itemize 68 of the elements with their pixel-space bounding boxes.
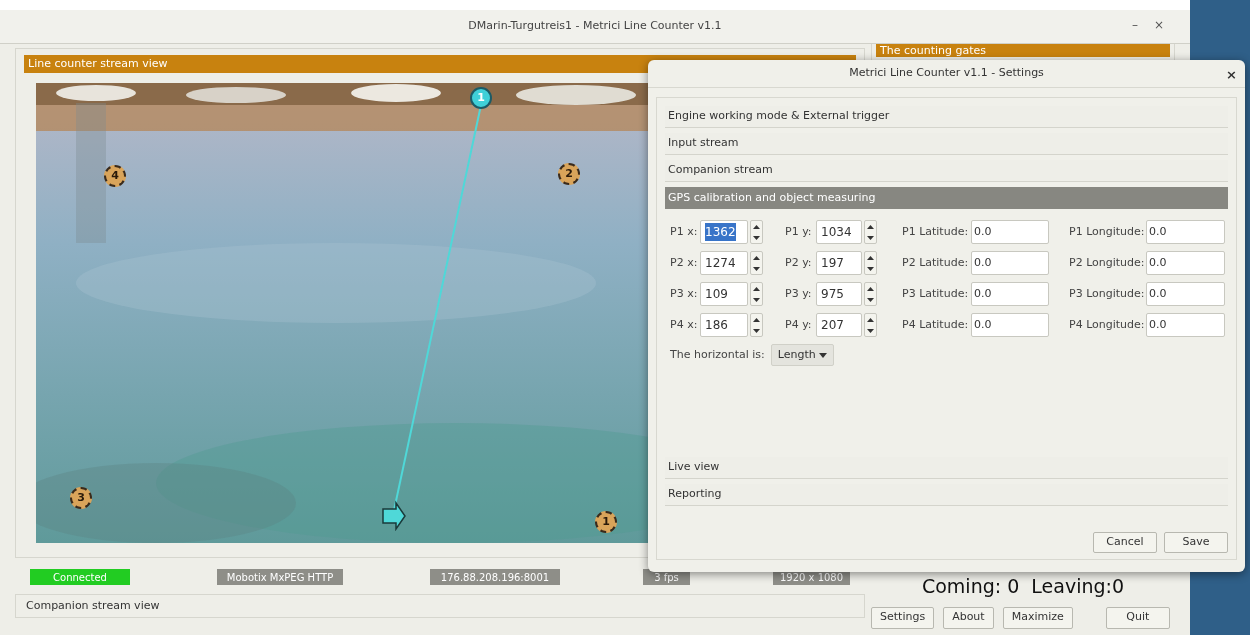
field-value: 1362 xyxy=(705,223,736,241)
spin-buttons[interactable] xyxy=(750,251,763,275)
minimize-button[interactable]: – xyxy=(1128,16,1142,34)
dropdown[interactable]: Length xyxy=(770,344,834,366)
field-label: P2 x: xyxy=(670,254,699,271)
longitude-field[interactable]: 0.0 xyxy=(1146,282,1225,306)
field-label: P1 y: xyxy=(785,223,813,240)
latitude-field[interactable]: 0.0 xyxy=(971,220,1049,244)
y-spinbox[interactable]: 207 xyxy=(816,313,862,337)
spin-buttons[interactable] xyxy=(750,220,763,244)
field-value: 207 xyxy=(821,317,844,334)
field-label: P2 Latitude: xyxy=(902,254,970,271)
field-value: 109 xyxy=(705,286,728,303)
x-spinbox[interactable]: 1362 xyxy=(700,220,748,244)
status-badge: Mobotix MxPEG HTTP xyxy=(217,569,343,585)
close-button[interactable]: × xyxy=(1149,16,1168,34)
latitude-field[interactable]: 0.0 xyxy=(971,282,1049,306)
field-label: P3 Latitude: xyxy=(902,285,970,302)
status-badge: Connected xyxy=(30,569,130,585)
spin-buttons[interactable] xyxy=(864,220,877,244)
dialog-button[interactable]: Save xyxy=(1164,532,1228,553)
field-value: 1034 xyxy=(821,224,852,241)
caret-icon xyxy=(818,352,827,358)
panel-header: The counting gates xyxy=(876,44,1170,57)
toolbar-button[interactable]: Settings xyxy=(871,606,935,629)
spin-buttons[interactable] xyxy=(864,282,877,306)
toolbar-button[interactable]: Quit xyxy=(1105,606,1170,629)
field-label: P4 Latitude: xyxy=(902,316,970,333)
toolbar-button[interactable]: About xyxy=(943,606,994,629)
counter-text: Coming: 0 Leaving:0 xyxy=(921,574,1125,599)
spin-buttons[interactable] xyxy=(750,313,763,337)
field-label: P2 y: xyxy=(785,254,813,271)
spin-buttons[interactable] xyxy=(750,282,763,306)
field-label: P1 Longitude: xyxy=(1069,223,1146,240)
status-badge: 176.88.208.196:8001 xyxy=(430,569,560,585)
field-label: P3 y: xyxy=(785,285,813,302)
toolbar-button[interactable]: Maximize xyxy=(1002,606,1073,629)
field-label: P1 Latitude: xyxy=(902,223,970,240)
field-label: P4 x: xyxy=(670,316,699,333)
field-label: P3 Longitude: xyxy=(1069,285,1146,302)
spin-buttons[interactable] xyxy=(864,313,877,337)
longitude-field[interactable]: 0.0 xyxy=(1146,251,1225,275)
field-label: P2 Longitude: xyxy=(1069,254,1146,271)
field-label: The horizontal is: xyxy=(670,346,765,363)
close-button[interactable]: × xyxy=(1226,65,1237,85)
latitude-field[interactable]: 0.0 xyxy=(971,313,1049,337)
field-value: 197 xyxy=(821,255,844,272)
y-spinbox[interactable]: 1034 xyxy=(816,220,862,244)
x-spinbox[interactable]: 186 xyxy=(700,313,748,337)
field-value: 975 xyxy=(821,286,844,303)
latitude-field[interactable]: 0.0 xyxy=(971,251,1049,275)
field-label: P1 x: xyxy=(670,223,699,240)
longitude-field[interactable]: 0.0 xyxy=(1146,313,1225,337)
longitude-field[interactable]: 0.0 xyxy=(1146,220,1225,244)
y-spinbox[interactable]: 197 xyxy=(816,251,862,275)
field-label: P4 Longitude: xyxy=(1069,316,1146,333)
x-spinbox[interactable]: 1274 xyxy=(700,251,748,275)
x-spinbox[interactable]: 109 xyxy=(700,282,748,306)
dialog-button[interactable]: Cancel xyxy=(1093,532,1157,553)
field-label: P4 y: xyxy=(785,316,813,333)
field-label: P3 x: xyxy=(670,285,699,302)
field-value: 1274 xyxy=(705,255,736,272)
window-title: DMarin-Turgutreis1 - Metrici Line Counter v1.1 xyxy=(468,18,722,35)
spin-buttons[interactable] xyxy=(864,251,877,275)
field-value: 186 xyxy=(705,317,728,334)
y-spinbox[interactable]: 975 xyxy=(816,282,862,306)
section-header[interactable]: GPS calibration and object measuring xyxy=(665,187,1228,209)
panel-title: Companion stream view xyxy=(26,597,160,614)
